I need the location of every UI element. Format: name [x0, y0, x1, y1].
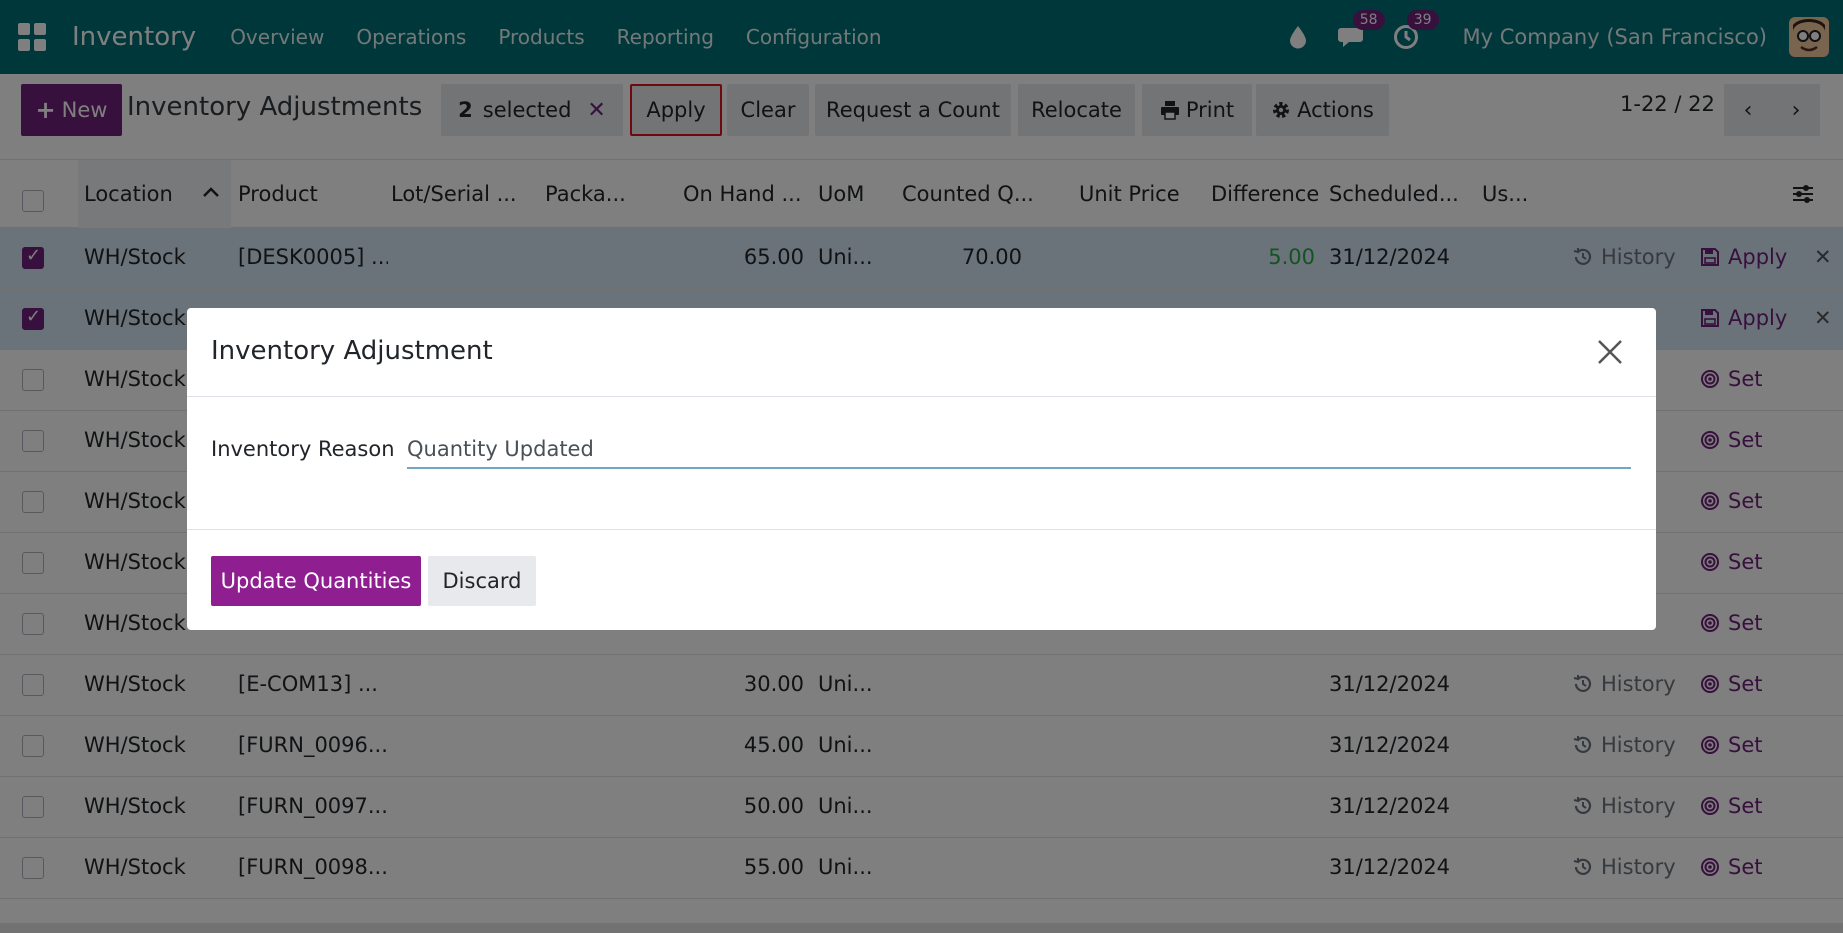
update-quantities-button[interactable]: Update Quantities	[211, 556, 421, 606]
dialog-body: Inventory Reason	[187, 397, 1656, 530]
dialog-title: Inventory Adjustment	[211, 336, 493, 366]
inventory-reason-label: Inventory Reason	[211, 437, 395, 461]
inventory-adjustment-dialog: Inventory Adjustment Inventory Reason Up…	[187, 308, 1656, 630]
dialog-footer: Update Quantities Discard	[187, 530, 1656, 630]
close-icon[interactable]	[1594, 336, 1626, 368]
inventory-reason-input[interactable]	[407, 431, 1631, 469]
dialog-header: Inventory Adjustment	[187, 308, 1656, 397]
discard-button[interactable]: Discard	[428, 556, 536, 606]
